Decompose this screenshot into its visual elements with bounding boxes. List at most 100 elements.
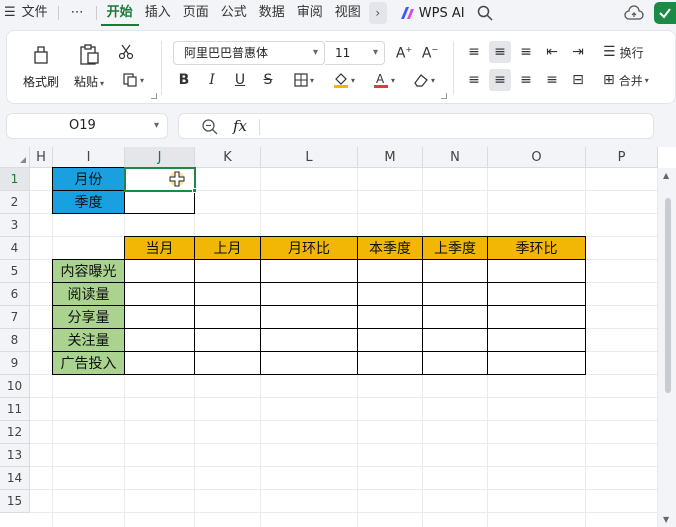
row-header-8[interactable]: 8: [0, 329, 30, 352]
tab-data[interactable]: 数据: [253, 0, 291, 26]
column-header-l[interactable]: L: [261, 147, 358, 168]
align-left-button[interactable]: ≡: [463, 69, 485, 91]
scrollbar-thumb[interactable]: [665, 198, 671, 393]
cell-o5[interactable]: [487, 259, 586, 283]
cell-l9[interactable]: [260, 351, 358, 375]
cell-j8[interactable]: [124, 328, 195, 352]
cell-m8[interactable]: [357, 328, 423, 352]
cell-i2[interactable]: 季度: [52, 190, 125, 214]
increase-font-size-button[interactable]: A+: [393, 42, 415, 64]
tab-page[interactable]: 页面: [177, 0, 215, 26]
align-middle-button[interactable]: ≡: [489, 41, 511, 63]
font-group-launcher[interactable]: [441, 93, 447, 99]
column-header-h[interactable]: H: [30, 147, 53, 168]
tab-home[interactable]: 开始: [100, 0, 139, 26]
row-header-5[interactable]: 5: [0, 260, 30, 283]
cell-k4[interactable]: 上月: [194, 236, 261, 260]
row-header-10[interactable]: 10: [0, 375, 30, 398]
align-top-button[interactable]: ≡: [463, 41, 485, 63]
cell-j5[interactable]: [124, 259, 195, 283]
fill-color-button[interactable]: ▾: [327, 69, 361, 91]
tab-formula[interactable]: 公式: [215, 0, 253, 26]
align-bottom-button[interactable]: ≡: [515, 41, 537, 63]
row-header-7[interactable]: 7: [0, 306, 30, 329]
font-size-select[interactable]: 11 ▾: [325, 41, 385, 65]
cell-m6[interactable]: [357, 282, 423, 306]
row-header-14[interactable]: 14: [0, 467, 30, 490]
font-name-select[interactable]: 阿里巴巴普惠体 ▾: [173, 41, 325, 65]
formula-bar[interactable]: fx: [178, 113, 654, 139]
cell-k5[interactable]: [194, 259, 261, 283]
tab-review[interactable]: 审阅: [291, 0, 329, 26]
row-header-4[interactable]: 4: [0, 237, 30, 260]
cell-o8[interactable]: [487, 328, 586, 352]
justify-button[interactable]: ≡: [541, 69, 563, 91]
scroll-up-icon[interactable]: ▲: [663, 171, 669, 180]
fill-handle[interactable]: [192, 188, 197, 193]
column-header-p[interactable]: P: [586, 147, 658, 168]
zoom-formula-icon[interactable]: [201, 118, 219, 136]
cell-k6[interactable]: [194, 282, 261, 306]
cell-j6[interactable]: [124, 282, 195, 306]
cell-j2[interactable]: [124, 190, 195, 214]
column-header-m[interactable]: M: [358, 147, 423, 168]
clipboard-group-launcher[interactable]: [151, 93, 157, 99]
column-header-j[interactable]: J: [125, 147, 195, 168]
wrap-text-button[interactable]: ☰ 换行: [603, 41, 655, 63]
distributed-align-button[interactable]: ⊟: [567, 69, 589, 91]
cell-i9[interactable]: 广告投入: [52, 351, 125, 375]
cell-n7[interactable]: [422, 305, 488, 329]
underline-button[interactable]: U: [229, 69, 251, 91]
row-header-15[interactable]: 15: [0, 490, 30, 513]
row-header-9[interactable]: 9: [0, 352, 30, 375]
cell-l5[interactable]: [260, 259, 358, 283]
row-header-1[interactable]: 1: [0, 168, 30, 191]
row-header-2[interactable]: 2: [0, 191, 30, 214]
column-header-k[interactable]: K: [195, 147, 261, 168]
decrease-indent-button[interactable]: ⇤: [541, 41, 563, 63]
column-header-o[interactable]: O: [488, 147, 586, 168]
share-button[interactable]: [654, 2, 676, 24]
cell-i6[interactable]: 阅读量: [52, 282, 125, 306]
row-header-6[interactable]: 6: [0, 283, 30, 306]
column-header-n[interactable]: N: [423, 147, 488, 168]
cell-m9[interactable]: [357, 351, 423, 375]
italic-button[interactable]: I: [201, 69, 223, 91]
cell-k8[interactable]: [194, 328, 261, 352]
copy-button[interactable]: ▾: [115, 69, 151, 91]
cell-n5[interactable]: [422, 259, 488, 283]
file-menu[interactable]: ☰ 文件: [0, 0, 54, 26]
cell-m4[interactable]: 本季度: [357, 236, 423, 260]
insert-function-button[interactable]: fx: [233, 117, 247, 135]
cell-i5[interactable]: 内容曝光: [52, 259, 125, 283]
cell-o7[interactable]: [487, 305, 586, 329]
tab-insert[interactable]: 插入: [139, 0, 177, 26]
cell-j9[interactable]: [124, 351, 195, 375]
vertical-scrollbar[interactable]: ▲ ▼: [658, 168, 676, 527]
decrease-font-size-button[interactable]: A−: [419, 42, 441, 64]
tab-view[interactable]: 视图: [329, 0, 367, 26]
row-header-11[interactable]: 11: [0, 398, 30, 421]
cut-button[interactable]: [115, 41, 137, 63]
clear-format-button[interactable]: ▾: [407, 69, 441, 91]
cell-n9[interactable]: [422, 351, 488, 375]
paste-button[interactable]: 粘贴 ▾: [67, 41, 111, 97]
scroll-down-icon[interactable]: ▼: [663, 515, 669, 524]
cell-l8[interactable]: [260, 328, 358, 352]
borders-button[interactable]: ▾: [287, 69, 321, 91]
cell-l4[interactable]: 月环比: [260, 236, 358, 260]
bold-button[interactable]: B: [173, 69, 195, 91]
cell-o9[interactable]: [487, 351, 586, 375]
name-box[interactable]: O19 ▾: [6, 113, 168, 139]
column-header-i[interactable]: I: [53, 147, 125, 168]
cell-m5[interactable]: [357, 259, 423, 283]
cell-n6[interactable]: [422, 282, 488, 306]
font-color-button[interactable]: A ▾: [367, 69, 401, 91]
cloud-sync-icon[interactable]: [624, 5, 644, 21]
wps-ai-button[interactable]: WPS AI: [400, 6, 465, 21]
cell-o4[interactable]: 季环比: [487, 236, 586, 260]
merge-cells-button[interactable]: ⊞ 合并 ▾: [603, 69, 663, 91]
cell-l7[interactable]: [260, 305, 358, 329]
format-painter-button[interactable]: 格式刷: [19, 41, 63, 97]
more-tabs-button[interactable]: ›: [368, 2, 387, 24]
